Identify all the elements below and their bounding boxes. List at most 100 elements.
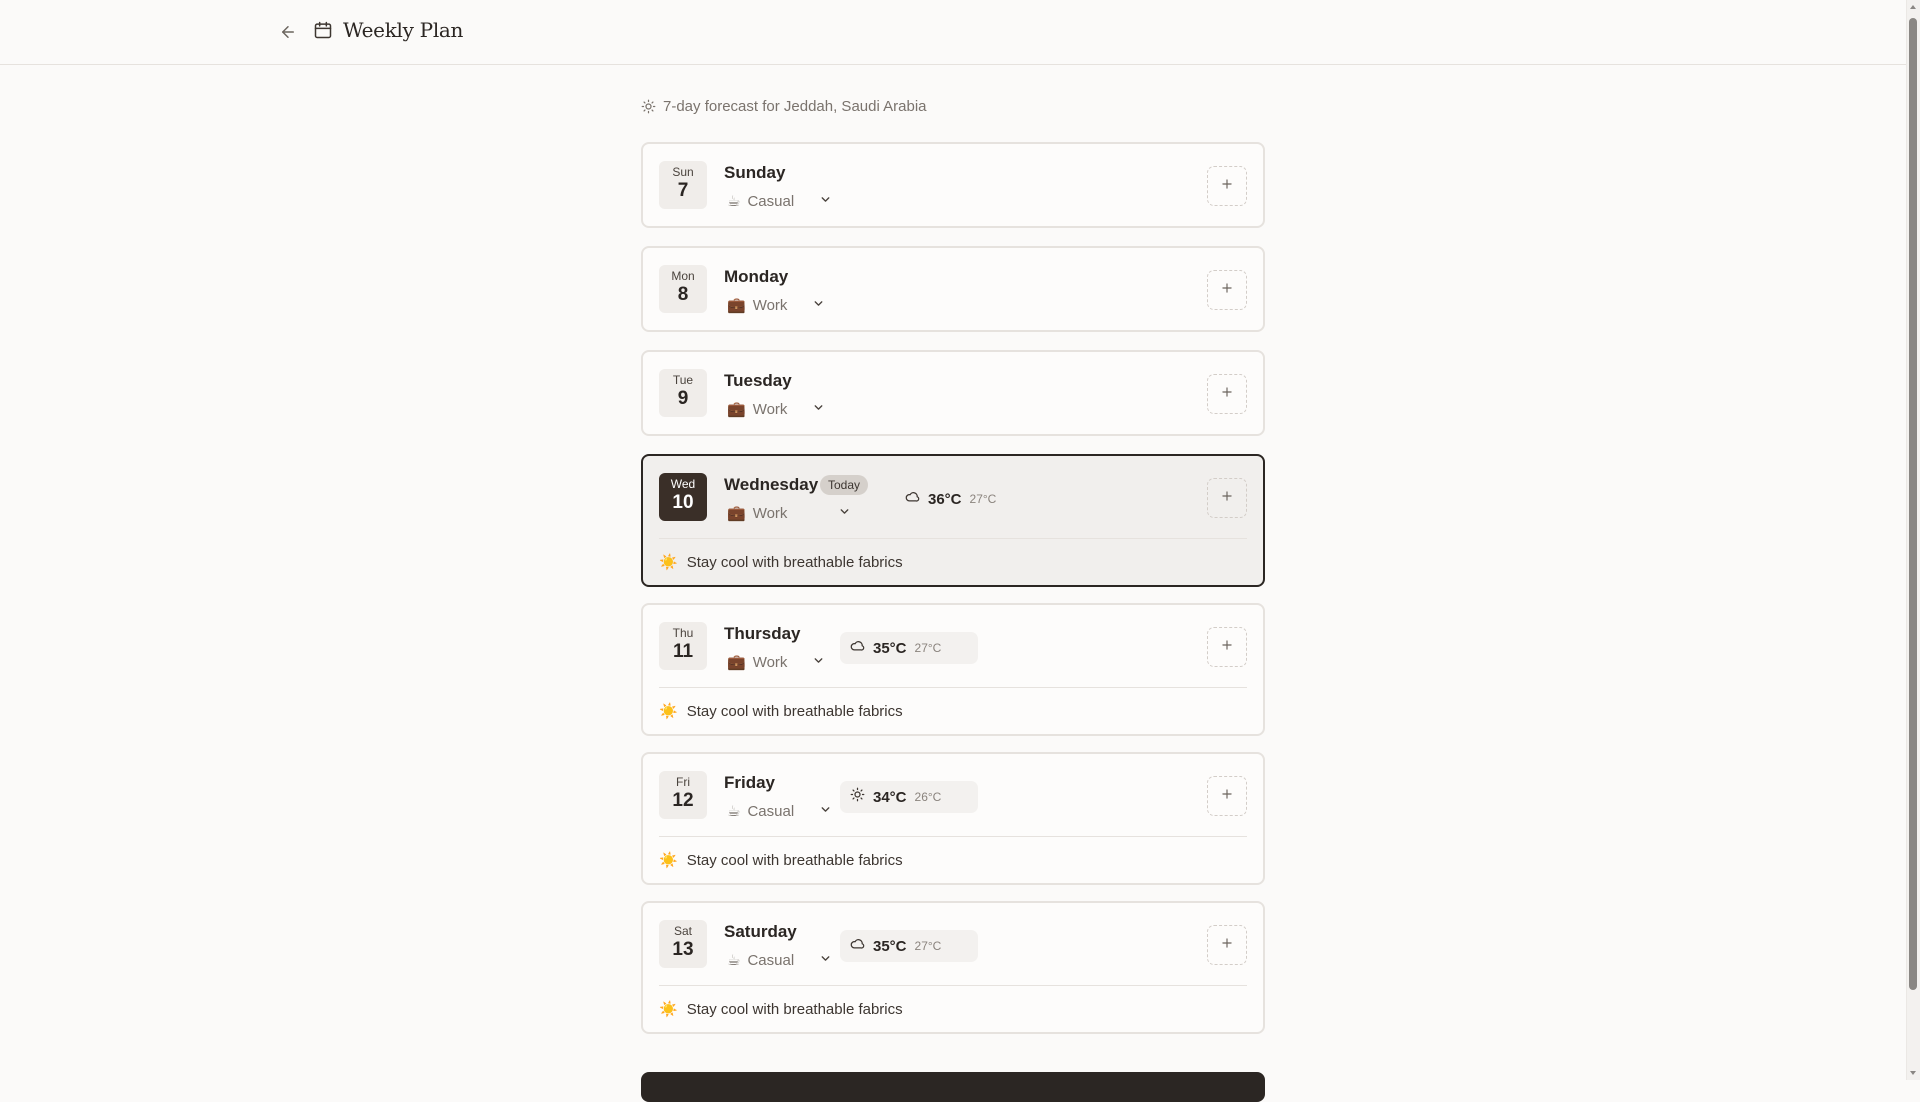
day-card-wednesday[interactable]: Wed 10 Wednesday Today 💼 Work 36°C 27°C ☀️ Stay c…	[641, 454, 1265, 587]
day-of-week: Sun	[672, 165, 694, 179]
plus-icon	[1220, 936, 1234, 955]
day-name: Thursday	[724, 624, 801, 643]
occasion-select[interactable]: 💼 Work	[727, 400, 825, 418]
day-card-monday[interactable]: Mon 8 Monday 💼 Work	[641, 246, 1265, 332]
sun-icon	[641, 99, 656, 114]
temp-high: 35°C	[873, 937, 907, 955]
weather-tip: ☀️ Stay cool with breathable fabrics	[659, 836, 1247, 883]
occasion-emoji: 💼	[727, 297, 746, 314]
add-outfit-button[interactable]	[1207, 925, 1247, 965]
chevron-down-icon	[812, 401, 825, 418]
day-card-thursday[interactable]: Thu 11 Thursday 💼 Work 35°C 27°C ☀️ Stay cool wi…	[641, 603, 1265, 736]
chevron-down-icon	[819, 952, 832, 969]
tip-sun-icon: ☀️	[659, 852, 678, 869]
weather-pill: 35°C 27°C	[840, 930, 978, 962]
day-of-week: Sat	[673, 924, 692, 938]
occasion-select[interactable]: ☕ Casual	[727, 951, 832, 969]
day-card-sunday[interactable]: Sun 7 Sunday ☕ Casual	[641, 142, 1265, 228]
cloud-icon	[850, 936, 865, 956]
page-title-group: Weekly Plan	[313, 18, 463, 42]
top-bar: Weekly Plan	[0, 0, 1906, 65]
add-outfit-button[interactable]	[1207, 627, 1247, 667]
tip-text: Stay cool with breathable fabrics	[686, 851, 903, 869]
day-card-tuesday[interactable]: Tue 9 Tuesday 💼 Work	[641, 350, 1265, 436]
day-number: 7	[677, 180, 689, 201]
scrollbar[interactable]	[1906, 0, 1920, 1080]
day-number: 9	[677, 388, 689, 409]
tip-sun-icon: ☀️	[659, 703, 678, 720]
day-of-week: Tue	[672, 373, 694, 387]
occasion-select[interactable]: 💼 Work	[727, 504, 851, 522]
day-name: Tuesday	[724, 371, 792, 390]
day-number: 12	[672, 790, 694, 811]
chevron-down-icon	[812, 297, 825, 314]
day-name: Sunday	[724, 163, 786, 182]
tip-text: Stay cool with breathable fabrics	[686, 702, 903, 720]
plus-icon	[1220, 489, 1234, 508]
temp-high: 36°C	[928, 490, 962, 508]
page-title: Weekly Plan	[343, 18, 464, 42]
day-card-header: Tue 9 Tuesday 💼 Work	[643, 352, 1263, 434]
add-outfit-button[interactable]	[1207, 166, 1247, 206]
temp-low: 27°C	[914, 939, 942, 953]
cloud-icon	[850, 638, 865, 658]
day-card-header: Sat 13 Saturday ☕ Casual 35°C 27°C	[643, 903, 1263, 985]
day-card-saturday[interactable]: Sat 13 Saturday ☕ Casual 35°C 27°C ☀️ Stay cool …	[641, 901, 1265, 1034]
temp-high: 35°C	[873, 639, 907, 657]
day-name: Wednesday	[724, 475, 819, 494]
day-number: 13	[672, 939, 694, 960]
temp-low: 26°C	[914, 790, 942, 804]
day-of-week: Mon	[671, 269, 695, 283]
occasion-label: Work	[752, 296, 788, 314]
date-box: Wed 10	[659, 473, 707, 521]
day-card-header: Sun 7 Sunday ☕ Casual	[643, 144, 1263, 226]
add-outfit-button[interactable]	[1207, 478, 1247, 518]
chevron-down-icon	[819, 193, 832, 210]
day-card-friday[interactable]: Fri 12 Friday ☕ Casual 34°C 26°C ☀️ Stay cool wi…	[641, 752, 1265, 885]
weather-tip: ☀️ Stay cool with breathable fabrics	[659, 538, 1247, 585]
scroll-up-icon[interactable]	[1909, 3, 1917, 11]
weather-tip: ☀️ Stay cool with breathable fabrics	[659, 985, 1247, 1032]
occasion-label: Casual	[747, 802, 795, 820]
tip-text: Stay cool with breathable fabrics	[686, 553, 903, 571]
occasion-select[interactable]: 💼 Work	[727, 296, 825, 314]
day-card-header: Mon 8 Monday 💼 Work	[643, 248, 1263, 330]
occasion-emoji: ☕	[727, 803, 741, 820]
date-box: Thu 11	[659, 622, 707, 670]
scroll-thumb[interactable]	[1909, 18, 1917, 990]
weather-pill: 35°C 27°C	[840, 632, 978, 664]
occasion-select[interactable]: 💼 Work	[727, 653, 825, 671]
day-name: Friday	[724, 773, 776, 792]
weather-tip: ☀️ Stay cool with breathable fabrics	[659, 687, 1247, 734]
bottom-action-button[interactable]	[641, 1072, 1265, 1102]
occasion-emoji: 💼	[727, 505, 746, 522]
tip-sun-icon: ☀️	[659, 1001, 678, 1018]
occasion-label: Work	[752, 504, 788, 522]
day-number: 10	[672, 492, 694, 513]
add-outfit-button[interactable]	[1207, 374, 1247, 414]
occasion-label: Casual	[747, 951, 795, 969]
weather-pill: 34°C 26°C	[840, 781, 978, 813]
plus-icon	[1220, 177, 1234, 196]
occasion-label: Work	[752, 400, 788, 418]
temp-high: 34°C	[873, 788, 907, 806]
day-name: Monday	[724, 267, 789, 286]
back-button[interactable]	[275, 19, 301, 45]
today-badge: Today	[820, 475, 869, 495]
add-outfit-button[interactable]	[1207, 776, 1247, 816]
chevron-down-icon	[819, 803, 832, 820]
day-number: 11	[672, 641, 694, 662]
temp-low: 27°C	[969, 492, 997, 506]
day-of-week: Wed	[670, 477, 696, 491]
occasion-emoji: 💼	[727, 401, 746, 418]
date-box: Sun 7	[659, 161, 707, 209]
day-card-header: Thu 11 Thursday 💼 Work 35°C 27°C	[643, 605, 1263, 687]
day-of-week: Thu	[672, 626, 694, 640]
temp-low: 27°C	[914, 641, 942, 655]
add-outfit-button[interactable]	[1207, 270, 1247, 310]
scroll-down-icon[interactable]	[1909, 1069, 1917, 1077]
occasion-select[interactable]: ☕ Casual	[727, 192, 832, 210]
forecast-caption: 7-day forecast for Jeddah, Saudi Arabia	[641, 98, 927, 115]
occasion-select[interactable]: ☕ Casual	[727, 802, 832, 820]
day-number: 8	[677, 284, 689, 305]
